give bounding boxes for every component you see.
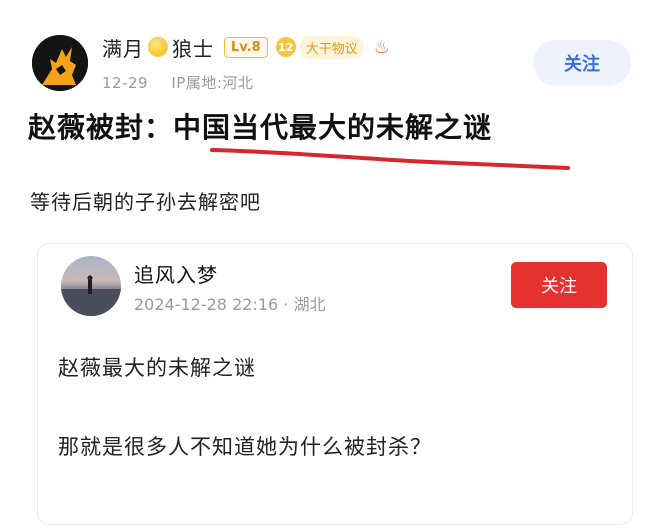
- author-name-part2[interactable]: 狼士: [172, 33, 214, 62]
- post-body: 等待后朝的子孙去解密吧: [30, 190, 261, 214]
- fan-badge-label: 大干物议: [299, 35, 364, 59]
- post-meta: 12-29 IP属地:河北: [102, 72, 271, 93]
- flame-icon: ♨: [373, 36, 390, 58]
- moon-icon: [148, 37, 168, 57]
- quoted-author-name[interactable]: 追风入梦: [134, 259, 218, 288]
- level-badge: Lv.8: [224, 36, 268, 58]
- red-underline-annotation: [210, 148, 570, 170]
- quoted-line-2: 那就是很多人不知道她为什么被封杀？: [58, 435, 432, 459]
- lake-silhouette-icon: [61, 275, 121, 316]
- author-avatar[interactable]: [32, 35, 88, 91]
- wolf-howling-icon: [32, 35, 88, 91]
- author-name-part1[interactable]: 满月: [102, 33, 144, 62]
- author-name-row: 满月 狼士 Lv.8 12 大干物议 ♨: [102, 30, 390, 64]
- quoted-line-1: 赵薇最大的未解之谜: [58, 356, 256, 380]
- quoted-follow-button[interactable]: 关注: [511, 262, 607, 308]
- post-title-prefix: 赵薇被封：: [28, 111, 174, 144]
- quoted-author-avatar[interactable]: [61, 256, 121, 316]
- post-date: 12-29: [102, 74, 149, 92]
- quoted-post-location: 湖北: [293, 295, 326, 314]
- quoted-post-datetime: 2024-12-28 22:16: [134, 295, 279, 314]
- post-location: IP属地:河北: [171, 74, 254, 92]
- fan-badge-icon: 12: [275, 37, 296, 57]
- quoted-post-meta: 2024-12-28 22:16 · 湖北: [134, 291, 325, 315]
- meta-separator: ·: [283, 295, 289, 314]
- follow-button[interactable]: 关注: [533, 40, 631, 86]
